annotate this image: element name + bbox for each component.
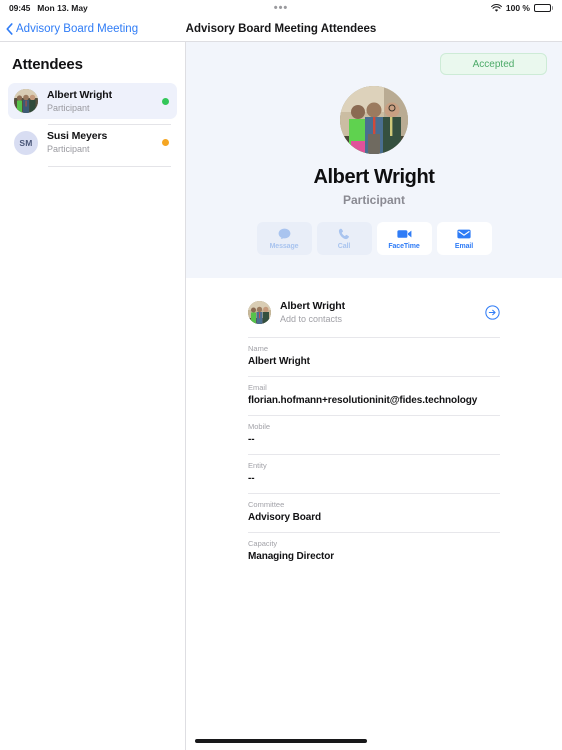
email-button-label: Email: [454, 242, 474, 250]
profile-hero: Accepted Albert Wright Participant Messa…: [186, 42, 562, 278]
avatar: [14, 89, 38, 113]
sidebar-item-albert-wright[interactable]: Albert Wright Participant: [8, 83, 177, 119]
status-badge-label: Accepted: [472, 58, 515, 70]
attendee-name: Susi Meyers: [47, 130, 108, 142]
status-badge[interactable]: Accepted: [440, 53, 547, 75]
field-label: Mobile: [248, 422, 271, 431]
field-label: Entity: [248, 461, 267, 470]
attendee-text: Albert Wright Participant: [47, 89, 162, 114]
envelope-icon: [457, 228, 471, 241]
avatar-initials: SM: [19, 137, 33, 148]
contact-text: Albert Wright Add to contacts: [280, 300, 345, 325]
attendee-text: Susi Meyers Participant: [47, 130, 162, 155]
field-value: florian.hofmann+resolutioninit@fides.tec…: [248, 395, 478, 406]
status-center-dots: •••: [273, 2, 289, 14]
field-value: --: [248, 473, 255, 484]
field-label: Committee: [248, 500, 285, 509]
attendee-role: Participant: [47, 144, 90, 154]
facetime-button-label: FaceTime: [388, 242, 420, 250]
attendee-role: Participant: [47, 102, 90, 113]
status-dot: [162, 97, 169, 105]
contact-card: Albert Wright Add to contacts Name Alber…: [186, 278, 562, 571]
field-email: Email florian.hofmann+resolutioninit@fid…: [248, 376, 500, 415]
list-divider: [48, 165, 171, 166]
avatar: SM: [14, 130, 38, 155]
ipad-screen: 09:45 Mon 13. May ••• 100 % Advisory Boa…: [0, 0, 562, 750]
contact-header-row[interactable]: Albert Wright Add to contacts: [248, 300, 500, 337]
field-label: Name: [248, 344, 269, 353]
profile-avatar: [340, 86, 408, 154]
contact-card-inner: Albert Wright Add to contacts Name Alber…: [248, 300, 500, 571]
message-button[interactable]: Message: [256, 222, 312, 255]
profile-name: Albert Wright: [313, 166, 435, 188]
profile-role: Participant: [342, 193, 405, 207]
status-dot: [162, 139, 169, 146]
call-button[interactable]: Call: [316, 222, 372, 255]
field-entity: Entity --: [248, 454, 500, 493]
contact-avatar: [248, 301, 271, 324]
contact-name: Albert Wright: [280, 300, 346, 312]
navigation-bar: Advisory Board Meeting Advisory Board Me…: [0, 16, 562, 42]
status-bar: 09:45 Mon 13. May ••• 100 %: [0, 0, 562, 16]
call-button-label: Call: [337, 242, 351, 250]
field-mobile: Mobile --: [248, 415, 500, 454]
email-button[interactable]: Email: [436, 222, 492, 255]
field-label: Capacity: [248, 539, 278, 548]
attendee-name: Albert Wright: [47, 88, 113, 101]
arrow-right-circle-icon[interactable]: [485, 305, 500, 320]
field-value: Managing Director: [248, 551, 335, 562]
field-label: Email: [248, 383, 267, 392]
attendee-detail-pane: Accepted Albert Wright Participant Messa…: [186, 42, 562, 750]
field-name: Name Albert Wright: [248, 337, 500, 376]
facetime-button[interactable]: FaceTime: [376, 222, 432, 255]
field-value: Advisory Board: [248, 512, 322, 523]
field-capacity: Capacity Managing Director: [248, 532, 500, 571]
field-value: --: [248, 434, 255, 445]
field-committee: Committee Advisory Board: [248, 493, 500, 532]
field-value: Albert Wright: [248, 356, 310, 367]
attendees-sidebar: Attendees Albert Wright Participant SM S…: [0, 42, 186, 750]
home-indicator[interactable]: [195, 739, 367, 743]
sidebar-item-susi-meyers[interactable]: SM Susi Meyers Participant: [8, 125, 177, 161]
contact-subtitle: Add to contacts: [280, 314, 343, 324]
attendee-list: Albert Wright Participant SM Susi Meyers…: [0, 83, 185, 166]
page-title: Advisory Board Meeting Attendees: [185, 23, 377, 35]
message-button-label: Message: [269, 242, 299, 250]
sidebar-heading: Attendees: [12, 56, 83, 73]
message-bubble-icon: [278, 228, 291, 241]
phone-icon: [338, 228, 350, 241]
video-camera-icon: [396, 228, 412, 241]
action-buttons: Message Call FaceTime Email: [186, 222, 562, 255]
